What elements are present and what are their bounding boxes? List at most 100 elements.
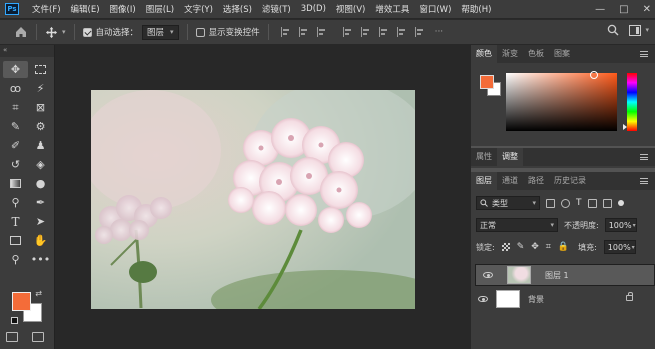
menu-type[interactable]: 文字(Y) xyxy=(179,3,218,15)
magic-wand-icon[interactable]: ⚡ xyxy=(28,80,53,97)
zoom-icon[interactable]: ⚲ xyxy=(3,251,28,268)
workspace-icon[interactable] xyxy=(629,24,642,36)
tab-history[interactable]: 历史记录 xyxy=(549,172,591,190)
more-options-icon[interactable]: ··· xyxy=(435,27,444,37)
maximize-button[interactable]: □ xyxy=(619,4,628,15)
stamp-icon[interactable]: ♟ xyxy=(28,137,53,154)
menu-image[interactable]: 图像(I) xyxy=(105,3,141,15)
blend-mode-dropdown[interactable]: 正常 ▾ xyxy=(476,218,558,232)
minimize-button[interactable]: — xyxy=(595,4,605,15)
eyedropper-icon[interactable]: ✎ xyxy=(3,118,28,135)
marquee-icon[interactable] xyxy=(28,61,53,78)
lock-transparent-icon[interactable] xyxy=(501,243,510,251)
dodge-icon[interactable]: ⚲ xyxy=(3,194,28,211)
hue-slider[interactable] xyxy=(627,73,637,131)
tab-color[interactable]: 颜色 xyxy=(471,45,497,63)
pen-icon[interactable]: ✒ xyxy=(28,194,53,211)
blur-icon[interactable]: ● xyxy=(28,175,53,192)
rectangle-icon[interactable] xyxy=(3,232,28,249)
type-icon[interactable]: T xyxy=(3,213,28,230)
divider xyxy=(267,24,269,40)
patch-icon[interactable]: ⚙ xyxy=(28,118,53,135)
collapse-toolbar-button[interactable]: « xyxy=(0,45,54,57)
move-icon[interactable]: ✥ xyxy=(3,61,28,78)
layer-row[interactable]: 背景 xyxy=(471,288,655,310)
auto-select-target-dropdown[interactable]: 图层 ▾ xyxy=(142,24,179,40)
align-center-icon[interactable] xyxy=(298,27,308,37)
menu-window[interactable]: 窗口(W) xyxy=(414,3,456,15)
distribute-vertical-icon[interactable] xyxy=(414,27,424,37)
filter-shape-icon[interactable] xyxy=(587,198,597,208)
align-bottom-icon[interactable] xyxy=(396,27,406,37)
filter-smart-object-icon[interactable] xyxy=(602,198,612,208)
filter-toggle-icon[interactable] xyxy=(617,200,624,206)
quick-mask-icon[interactable] xyxy=(6,332,18,342)
tab-paths[interactable]: 路径 xyxy=(523,172,549,190)
document-canvas[interactable] xyxy=(56,45,470,349)
menu-filter[interactable]: 滤镜(T) xyxy=(257,3,296,15)
tab-properties[interactable]: 属性 xyxy=(471,148,497,166)
align-left-icon[interactable] xyxy=(280,27,290,37)
screen-mode-icon[interactable] xyxy=(32,332,44,342)
opacity-input[interactable]: 100% ▾ xyxy=(604,218,637,232)
panel-menu-icon[interactable] xyxy=(640,51,648,57)
fill-input[interactable]: 100% ▾ xyxy=(603,240,636,254)
crop-icon[interactable]: ⌗ xyxy=(3,99,28,116)
lock-artboard-icon[interactable]: ⌗ xyxy=(546,242,551,252)
tab-swatches[interactable]: 色板 xyxy=(523,45,549,63)
menu-select[interactable]: 选择(S) xyxy=(218,3,257,15)
menu-plugins[interactable]: 增效工具 xyxy=(370,3,414,15)
move-tool-icon[interactable] xyxy=(45,26,58,39)
layer-row[interactable]: 图层 1 xyxy=(475,264,655,286)
color-picker-field[interactable] xyxy=(506,73,617,131)
close-button[interactable]: ✕ xyxy=(643,4,651,15)
home-icon[interactable] xyxy=(14,25,28,39)
more-icon[interactable]: ••• xyxy=(28,251,53,268)
menu-help[interactable]: 帮助(H) xyxy=(456,3,496,15)
default-colors-icon[interactable] xyxy=(11,317,18,324)
history-brush-icon[interactable]: ↺ xyxy=(3,156,28,173)
filter-type-icon[interactable]: T xyxy=(576,198,582,208)
lasso-icon[interactable]: ꝏ xyxy=(3,80,28,97)
lock-all-icon[interactable]: 🔒 xyxy=(558,242,569,252)
show-transform-checkbox[interactable] xyxy=(195,27,205,37)
brush-icon[interactable]: ✐ xyxy=(3,137,28,154)
frame-icon[interactable]: ⊠ xyxy=(28,99,53,116)
align-middle-icon[interactable] xyxy=(378,27,388,37)
tab-channels[interactable]: 通道 xyxy=(497,172,523,190)
chevron-down-icon[interactable]: ▾ xyxy=(645,26,649,34)
menu-3d[interactable]: 3D(D) xyxy=(296,4,331,14)
path-select-icon[interactable]: ➤ xyxy=(28,213,53,230)
eye-icon[interactable] xyxy=(478,296,488,302)
menu-view[interactable]: 视图(V) xyxy=(331,3,370,15)
tab-adjustments[interactable]: 调整 xyxy=(497,148,523,166)
tab-layers[interactable]: 图层 xyxy=(471,172,497,190)
filter-adjustment-icon[interactable] xyxy=(561,198,570,208)
search-icon[interactable] xyxy=(607,24,619,36)
layer-filter-dropdown[interactable]: 类型 ▾ xyxy=(476,196,540,210)
hue-slider-handle[interactable] xyxy=(623,124,627,130)
auto-select-checkbox[interactable] xyxy=(82,27,92,37)
menu-layer[interactable]: 图层(L) xyxy=(141,3,179,15)
lock-pixels-icon[interactable]: ✎ xyxy=(517,242,525,252)
foreground-color-swatch[interactable] xyxy=(480,75,494,89)
panel-menu-icon[interactable] xyxy=(640,154,648,160)
hand-icon[interactable]: ✋ xyxy=(28,232,53,249)
tab-gradient[interactable]: 渐变 xyxy=(497,45,523,63)
menu-edit[interactable]: 编辑(E) xyxy=(66,3,105,15)
swap-colors-icon[interactable]: ⇄ xyxy=(35,289,42,298)
foreground-color-swatch[interactable] xyxy=(12,292,31,311)
filter-pixel-icon[interactable] xyxy=(546,198,555,208)
chevron-down-icon[interactable]: ▾ xyxy=(62,28,66,36)
eye-icon[interactable] xyxy=(483,272,493,278)
align-top-icon[interactable] xyxy=(360,27,370,37)
eraser-icon[interactable]: ◈ xyxy=(28,156,53,173)
lock-position-icon[interactable]: ✥ xyxy=(531,242,539,252)
distribute-icon[interactable] xyxy=(342,27,352,37)
color-picker-marker[interactable] xyxy=(590,71,598,79)
gradient-icon[interactable] xyxy=(3,175,28,192)
tab-patterns[interactable]: 图案 xyxy=(549,45,575,63)
panel-menu-icon[interactable] xyxy=(640,178,648,184)
menu-file[interactable]: 文件(F) xyxy=(27,3,66,15)
align-right-icon[interactable] xyxy=(316,27,326,37)
